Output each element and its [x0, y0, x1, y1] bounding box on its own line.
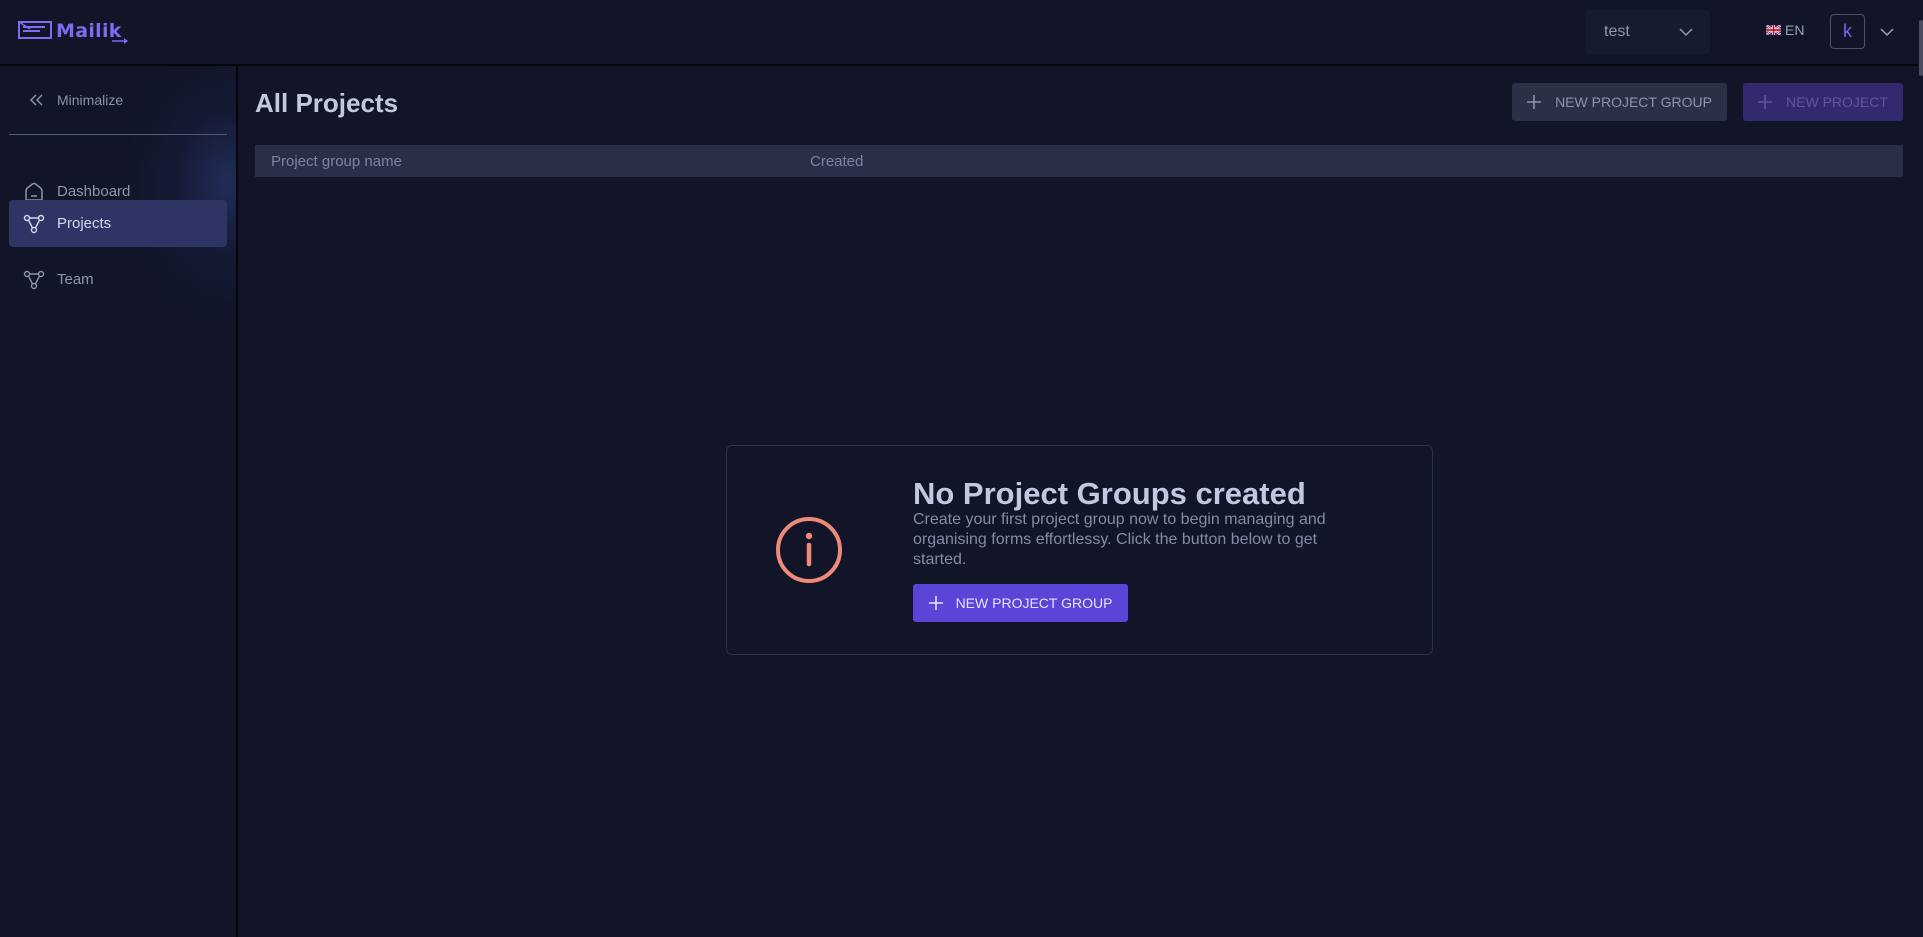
logo-envelope-icon	[18, 21, 52, 39]
minimize-label: Minimalize	[57, 92, 124, 108]
chevron-down-icon	[1679, 28, 1693, 37]
sidebar-item-projects[interactable]: Projects	[9, 200, 227, 247]
network-icon	[23, 214, 45, 233]
main-content: All Projects NEW PROJECT GROUP NEW PROJE…	[240, 66, 1918, 937]
language-switcher[interactable]: EN	[1766, 22, 1804, 38]
avatar-initial: k	[1843, 21, 1852, 41]
new-project-button[interactable]: NEW PROJECT	[1743, 83, 1903, 121]
empty-state-new-project-group-button[interactable]: NEW PROJECT GROUP	[913, 584, 1128, 622]
empty-state-title: No Project Groups created	[913, 476, 1306, 511]
sidebar: Minimalize Dashboard Projects Team	[0, 66, 238, 937]
language-code: EN	[1785, 22, 1805, 38]
logo-arrow-icon	[111, 38, 128, 44]
uk-flag-icon	[1766, 25, 1781, 35]
page-scrollbar[interactable]	[1918, 0, 1923, 937]
sidebar-item-team[interactable]: Team	[9, 256, 227, 303]
sidebar-item-label: Dashboard	[57, 183, 131, 200]
sidebar-item-label: Team	[57, 271, 94, 288]
user-avatar[interactable]: k	[1830, 14, 1865, 49]
page-title: All Projects	[255, 88, 399, 118]
scrollbar-thumb[interactable]	[1919, 20, 1923, 76]
button-label: NEW PROJECT GROUP	[955, 595, 1113, 611]
empty-state-description: Create your first project group now to b…	[913, 511, 1326, 568]
sidebar-divider	[9, 134, 227, 135]
workspace-selected: test	[1604, 23, 1630, 40]
brand-logo[interactable]: Mailik	[18, 16, 132, 46]
double-chevron-left-icon	[29, 94, 43, 106]
table-header: Project group name Created	[255, 145, 1903, 177]
user-menu-chevron-icon[interactable]	[1879, 24, 1895, 40]
column-header-name[interactable]: Project group name	[271, 153, 402, 170]
plus-icon	[1758, 95, 1773, 109]
workspace-select[interactable]: test	[1585, 10, 1710, 54]
empty-state-card: No Project Groups created Create your fi…	[726, 445, 1433, 655]
info-icon	[776, 517, 842, 583]
new-project-group-button[interactable]: NEW PROJECT GROUP	[1512, 83, 1727, 121]
button-label: NEW PROJECT	[1786, 94, 1888, 110]
minimize-button[interactable]: Minimalize	[28, 92, 123, 108]
plus-icon	[928, 596, 943, 610]
button-label: NEW PROJECT GROUP	[1555, 94, 1712, 110]
sidebar-item-label: Projects	[57, 215, 112, 232]
plus-icon	[1527, 95, 1542, 109]
top-bar: Mailik test EN k	[0, 0, 1923, 66]
network-icon	[23, 270, 45, 289]
column-header-created[interactable]: Created	[810, 153, 863, 170]
